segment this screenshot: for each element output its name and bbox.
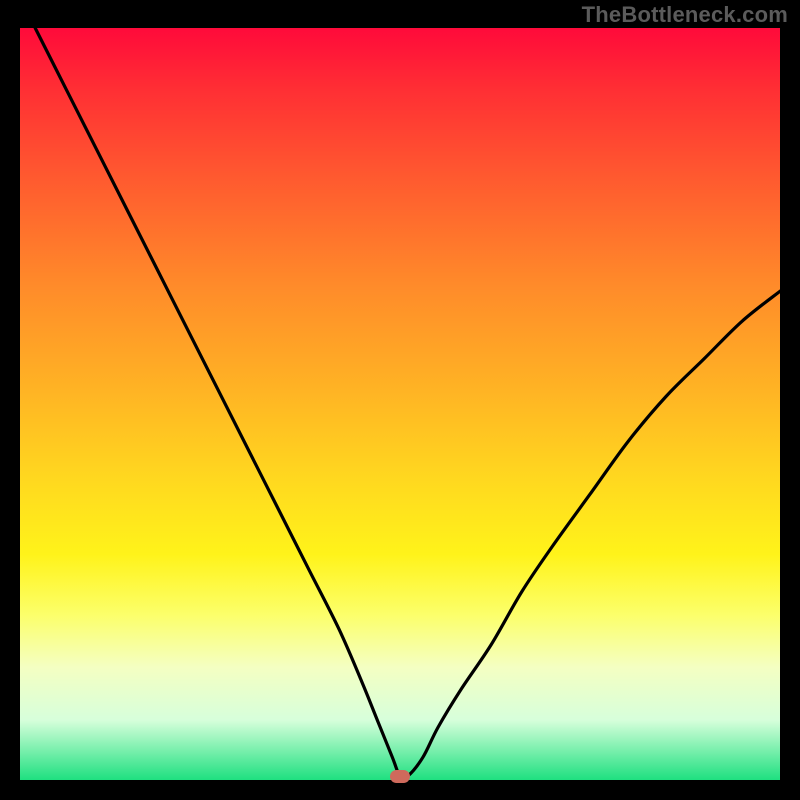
curve-layer (20, 28, 780, 780)
minimum-marker (390, 770, 410, 783)
chart-frame: TheBottleneck.com (0, 0, 800, 800)
plot-area (20, 28, 780, 780)
bottleneck-curve (35, 28, 780, 779)
watermark-text: TheBottleneck.com (582, 2, 788, 28)
